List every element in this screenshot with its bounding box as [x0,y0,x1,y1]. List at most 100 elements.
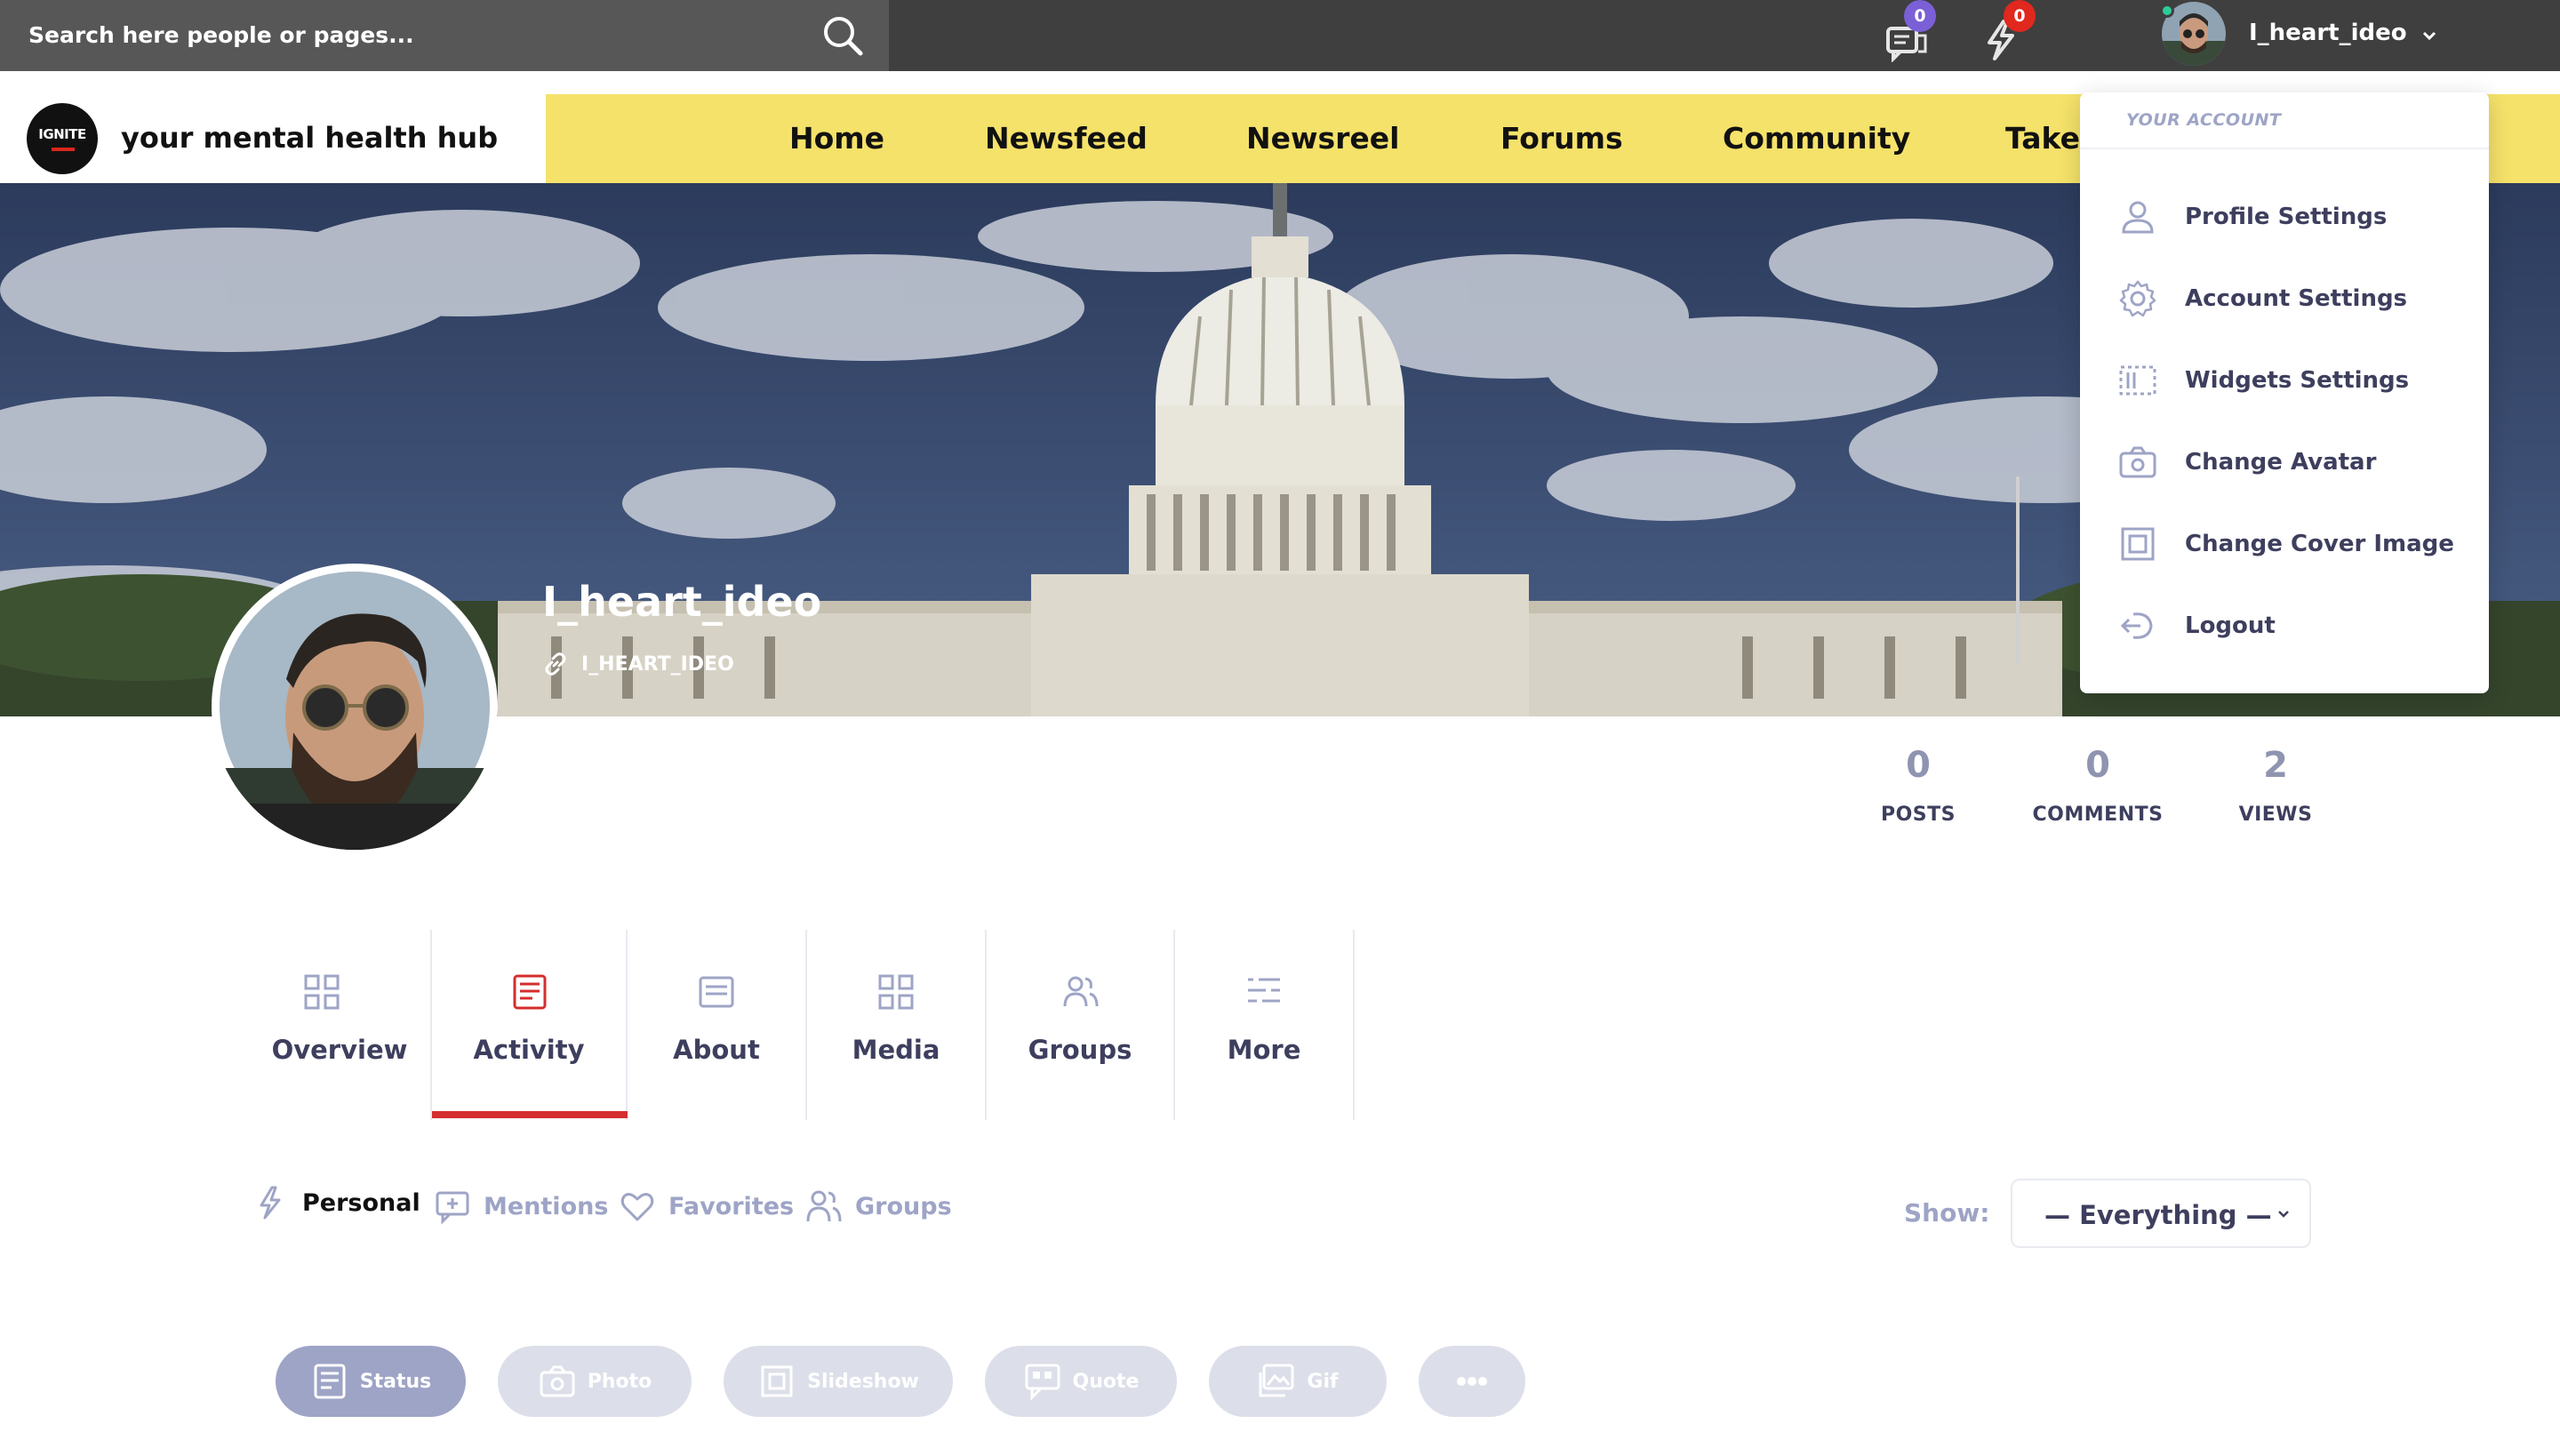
tab-media-label: Media [852,1035,940,1065]
tab-more-label: More [1227,1035,1301,1065]
menu-widgets-settings-label: Widgets Settings [2185,367,2410,394]
nav-forums[interactable]: Forums [1500,121,1623,156]
chevron-down-icon[interactable] [2420,27,2439,44]
menu-profile-settings-label: Profile Settings [2185,204,2388,230]
stat-comments: 0 COMMENTS [2009,745,2187,826]
filter-groups[interactable]: Groups [805,1188,952,1225]
stat-posts-label: POSTS [1880,804,1956,826]
profile-handle: I_HEART_IDEO [581,652,734,676]
menu-change-avatar-label: Change Avatar [2185,449,2377,476]
mention-icon [436,1191,469,1225]
show-filter-select[interactable]: — Everything — [2011,1179,2311,1248]
bolt-icon [260,1186,281,1220]
post-type-slideshow[interactable]: Slideshow [724,1346,953,1417]
dropdown-title: YOUR ACCOUNT [2126,110,2282,130]
status-icon [314,1364,346,1399]
quote-icon [1025,1364,1060,1401]
show-filter-value: — Everything — [2044,1200,2272,1230]
dropdown-divider [2080,148,2489,149]
show-filter-label: Show: [1904,1198,1990,1228]
menu-change-cover-image[interactable]: Change Cover Image [2117,517,2473,571]
post-type-slideshow-label: Slideshow [807,1370,919,1393]
menu-widgets-settings[interactable]: Widgets Settings [2117,354,2473,407]
menu-change-cover-image-label: Change Cover Image [2185,531,2454,557]
messages-badge: 0 [1904,0,1936,32]
logo-stripe [52,148,75,151]
stat-comments-value: 0 [2085,745,2110,786]
filter-groups-label: Groups [855,1192,952,1220]
tab-groups-label: Groups [1028,1035,1132,1065]
notifications-badge: 0 [2004,0,2036,32]
site-header: IGNITE your mental health hub [0,94,546,183]
user-name[interactable]: I_heart_ideo [2249,20,2407,46]
tab-more[interactable]: More [1175,930,1355,1120]
post-type-more[interactable] [1419,1346,1525,1417]
tab-about[interactable]: About [628,930,807,1120]
group-icon [806,1190,842,1222]
tab-groups[interactable]: Groups [987,930,1175,1120]
stat-posts: 0 POSTS [1829,745,2007,826]
post-type-photo-label: Photo [587,1370,652,1393]
dropdown-caret [2420,82,2441,92]
messages-button[interactable]: 0 [1883,0,1936,62]
menu-logout[interactable]: Logout [2117,599,2473,652]
logout-icon [2120,612,2153,639]
stat-views-value: 2 [2263,745,2288,786]
site-logo[interactable]: IGNITE [27,103,98,174]
search-icon[interactable] [818,11,868,60]
menu-account-settings-label: Account Settings [2185,285,2408,312]
profile-handle-link[interactable]: I_HEART_IDEO [542,651,734,677]
list-icon [1248,978,1280,1003]
nav-newsreel[interactable]: Newsreel [1246,121,1399,156]
info-card-icon [699,976,734,1008]
stat-views: 2 VIEWS [2187,745,2364,826]
tab-overview-label: Overview [271,1035,408,1065]
search-input[interactable] [27,12,800,57]
filter-favorites-label: Favorites [668,1192,795,1220]
filter-mentions[interactable]: Mentions [434,1188,608,1225]
nav-newsfeed[interactable]: Newsfeed [985,121,1148,156]
camera-icon [540,1365,575,1397]
camera-icon [2119,446,2156,478]
tab-media[interactable]: Media [807,930,987,1120]
widgets-icon [2119,365,2156,396]
heart-icon [620,1193,654,1221]
nav-home[interactable]: Home [789,121,884,156]
post-type-photo[interactable]: Photo [498,1346,692,1417]
filter-personal-label: Personal [302,1188,420,1217]
gif-icon [1259,1364,1294,1397]
post-type-status[interactable]: Status [276,1346,466,1417]
stat-posts-value: 0 [1906,745,1931,786]
user-icon [2122,201,2154,234]
profile-avatar[interactable] [212,564,498,850]
group-icon [1063,976,1099,1007]
tab-overview[interactable]: Overview [249,930,432,1120]
post-type-quote[interactable]: Quote [985,1346,1177,1417]
stat-comments-label: COMMENTS [2032,804,2164,826]
menu-account-settings[interactable]: Account Settings [2117,272,2473,325]
chevron-down-icon [2278,1211,2289,1218]
active-tab-indicator [432,1111,628,1118]
logo-text: IGNITE [38,126,86,142]
stat-views-label: VIEWS [2238,804,2313,826]
notifications-button[interactable]: 0 [1977,0,2036,62]
nav-community[interactable]: Community [1723,121,1910,156]
post-type-quote-label: Quote [1072,1370,1140,1393]
site-tagline: your mental health hub [121,121,499,155]
account-dropdown: YOUR ACCOUNT Profile Settings Account Se… [2080,92,2489,693]
post-type-gif-label: Gif [1307,1370,1339,1393]
gear-icon [2119,280,2156,317]
post-type-gif[interactable]: Gif [1209,1346,1387,1417]
search-box [0,0,889,71]
filter-personal[interactable]: Personal [252,1184,420,1221]
nav-take[interactable]: Take [2005,121,2080,156]
filter-favorites[interactable]: Favorites [619,1188,794,1225]
post-type-status-label: Status [359,1370,432,1393]
profile-name: I_heart_ideo [542,578,822,626]
menu-change-avatar[interactable]: Change Avatar [2117,436,2473,489]
grid-icon [878,974,914,1010]
more-dots-icon [1457,1377,1487,1386]
menu-profile-settings[interactable]: Profile Settings [2117,190,2473,244]
activity-icon [513,974,547,1010]
tab-activity[interactable]: Activity [432,930,628,1120]
